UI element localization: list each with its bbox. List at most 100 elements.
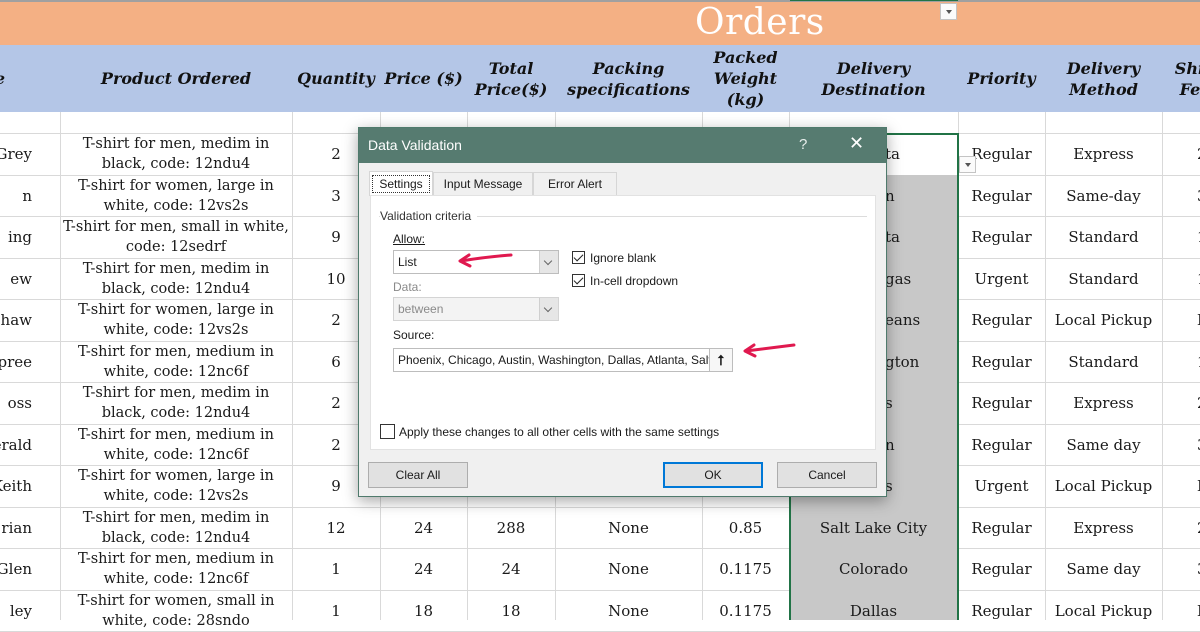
- clear-all-button[interactable]: Clear All: [368, 462, 468, 488]
- cell-method[interactable]: Express: [1045, 133, 1162, 175]
- cell-priority[interactable]: Regular: [958, 590, 1045, 632]
- cell-quantity[interactable]: 12: [292, 507, 380, 549]
- cell-product[interactable]: T-shirt for men, medim in black, code: 1…: [60, 258, 292, 300]
- cell-product[interactable]: T-shirt for men, medim in black, code: 1…: [60, 133, 292, 175]
- apply-all-checkbox[interactable]: [380, 424, 395, 439]
- cell-method[interactable]: Express: [1045, 382, 1162, 424]
- cell-name[interactable]: erald: [0, 424, 60, 466]
- cell-method[interactable]: Same-day: [1045, 175, 1162, 217]
- cell-fee[interactable]: N: [1162, 465, 1200, 507]
- cell-name[interactable]: Keith: [0, 465, 60, 507]
- cell-name[interactable]: ing: [0, 216, 60, 258]
- cell-fee[interactable]: N: [1162, 299, 1200, 341]
- cell-name[interactable]: Grey: [0, 133, 60, 175]
- column-header-total[interactable]: Total Price($): [467, 45, 555, 112]
- cell-priority[interactable]: Regular: [958, 341, 1045, 383]
- cell-fee[interactable]: 2: [1162, 507, 1200, 549]
- cell-weight[interactable]: 0.1175: [702, 590, 789, 632]
- cell-quantity[interactable]: 1: [292, 548, 380, 590]
- cell-priority[interactable]: Regular: [958, 299, 1045, 341]
- cell-dropdown-button[interactable]: [959, 156, 976, 173]
- cell-method[interactable]: Local Pickup: [1045, 299, 1162, 341]
- tab-settings[interactable]: Settings: [369, 171, 433, 196]
- cell-product[interactable]: T-shirt for women, small in white, code:…: [60, 590, 292, 632]
- cell-fee[interactable]: 3: [1162, 548, 1200, 590]
- cell-name[interactable]: ley: [0, 590, 60, 632]
- cell-product[interactable]: T-shirt for women, large in white, code:…: [60, 175, 292, 217]
- ok-button[interactable]: OK: [663, 462, 763, 488]
- cell-priority[interactable]: Urgent: [958, 258, 1045, 300]
- cell-name[interactable]: Glen: [0, 548, 60, 590]
- cell-packing[interactable]: None: [555, 548, 702, 590]
- cell-method[interactable]: Standard: [1045, 216, 1162, 258]
- cell-fee[interactable]: 1: [1162, 258, 1200, 300]
- ignore-blank-checkbox[interactable]: [572, 251, 585, 264]
- cell-fee[interactable]: 1: [1162, 341, 1200, 383]
- cell-product[interactable]: T-shirt for men, medium in white, code: …: [60, 341, 292, 383]
- cell-packing[interactable]: None: [555, 507, 702, 549]
- cell-fee[interactable]: 2: [1162, 382, 1200, 424]
- range-select-button[interactable]: ⭡: [709, 348, 733, 372]
- cell-packing[interactable]: None: [555, 590, 702, 632]
- cell-method[interactable]: Local Pickup: [1045, 465, 1162, 507]
- column-header-destination[interactable]: Delivery Destination: [789, 45, 958, 112]
- column-header-product[interactable]: Product Ordered: [60, 45, 292, 112]
- cell-name[interactable]: shaw: [0, 299, 60, 341]
- cell-priority[interactable]: Regular: [958, 216, 1045, 258]
- tab-input-message[interactable]: Input Message: [433, 172, 533, 195]
- cell-method[interactable]: Standard: [1045, 341, 1162, 383]
- cell-product[interactable]: T-shirt for men, small in white, code: 1…: [60, 216, 292, 258]
- cell-fee[interactable]: 2: [1162, 133, 1200, 175]
- cell-price[interactable]: 18: [380, 590, 467, 632]
- cell-price[interactable]: 24: [380, 507, 467, 549]
- cell-quantity[interactable]: 1: [292, 590, 380, 632]
- cell-fee[interactable]: N: [1162, 590, 1200, 632]
- cell-priority[interactable]: Regular: [958, 382, 1045, 424]
- chevron-down-icon[interactable]: [539, 298, 558, 320]
- cell-priority[interactable]: Regular: [958, 548, 1045, 590]
- cell-fee[interactable]: 3: [1162, 424, 1200, 466]
- filter-dropdown-button[interactable]: [940, 3, 957, 20]
- data-select[interactable]: between: [393, 297, 559, 321]
- cell-total[interactable]: 288: [467, 507, 555, 549]
- column-header-price[interactable]: Price ($): [380, 45, 467, 112]
- cell-weight[interactable]: 0.1175: [702, 548, 789, 590]
- source-input[interactable]: Phoenix, Chicago, Austin, Washington, Da…: [393, 348, 711, 372]
- cell-name[interactable]: n: [0, 175, 60, 217]
- cell-fee[interactable]: 3: [1162, 175, 1200, 217]
- cell-priority[interactable]: Urgent: [958, 465, 1045, 507]
- chevron-down-icon[interactable]: [539, 251, 558, 273]
- cell-method[interactable]: Local Pickup: [1045, 590, 1162, 632]
- cell-name[interactable]: ew: [0, 258, 60, 300]
- close-icon[interactable]: ✕: [849, 133, 864, 154]
- cell-priority[interactable]: Regular: [958, 424, 1045, 466]
- column-header-packing[interactable]: Packing specifications: [555, 45, 702, 112]
- cell-name[interactable]: rian: [0, 507, 60, 549]
- column-header-fee[interactable]: Ship Fee: [1162, 45, 1200, 112]
- in-cell-dropdown-checkbox[interactable]: [572, 274, 585, 287]
- cell-product[interactable]: T-shirt for men, medium in white, code: …: [60, 424, 292, 466]
- column-header-quantity[interactable]: Quantity: [292, 45, 380, 112]
- dialog-titlebar[interactable]: Data Validation ? ✕: [359, 128, 886, 163]
- cell-fee[interactable]: 1: [1162, 216, 1200, 258]
- cell-method[interactable]: Same day: [1045, 548, 1162, 590]
- cell-product[interactable]: T-shirt for men, medim in black, code: 1…: [60, 507, 292, 549]
- cell-total[interactable]: 18: [467, 590, 555, 632]
- cell-method[interactable]: Standard: [1045, 258, 1162, 300]
- cell-weight[interactable]: 0.85: [702, 507, 789, 549]
- cell-name[interactable]: pree: [0, 341, 60, 383]
- cell-total[interactable]: 24: [467, 548, 555, 590]
- cell-name[interactable]: oss: [0, 382, 60, 424]
- cell-product[interactable]: T-shirt for women, large in white, code:…: [60, 465, 292, 507]
- cell-method[interactable]: Same day: [1045, 424, 1162, 466]
- help-button[interactable]: ?: [799, 136, 807, 153]
- cell-priority[interactable]: Regular: [958, 507, 1045, 549]
- column-header-priority[interactable]: Priority: [958, 45, 1045, 112]
- cell-product[interactable]: T-shirt for women, large in white, code:…: [60, 299, 292, 341]
- cell-method[interactable]: Express: [1045, 507, 1162, 549]
- cell-priority[interactable]: Regular: [958, 175, 1045, 217]
- cell-product[interactable]: T-shirt for men, medium in white, code: …: [60, 548, 292, 590]
- column-header-method[interactable]: Delivery Method: [1045, 45, 1162, 112]
- cancel-button[interactable]: Cancel: [777, 462, 877, 488]
- cell-product[interactable]: T-shirt for men, medim in black, code: 1…: [60, 382, 292, 424]
